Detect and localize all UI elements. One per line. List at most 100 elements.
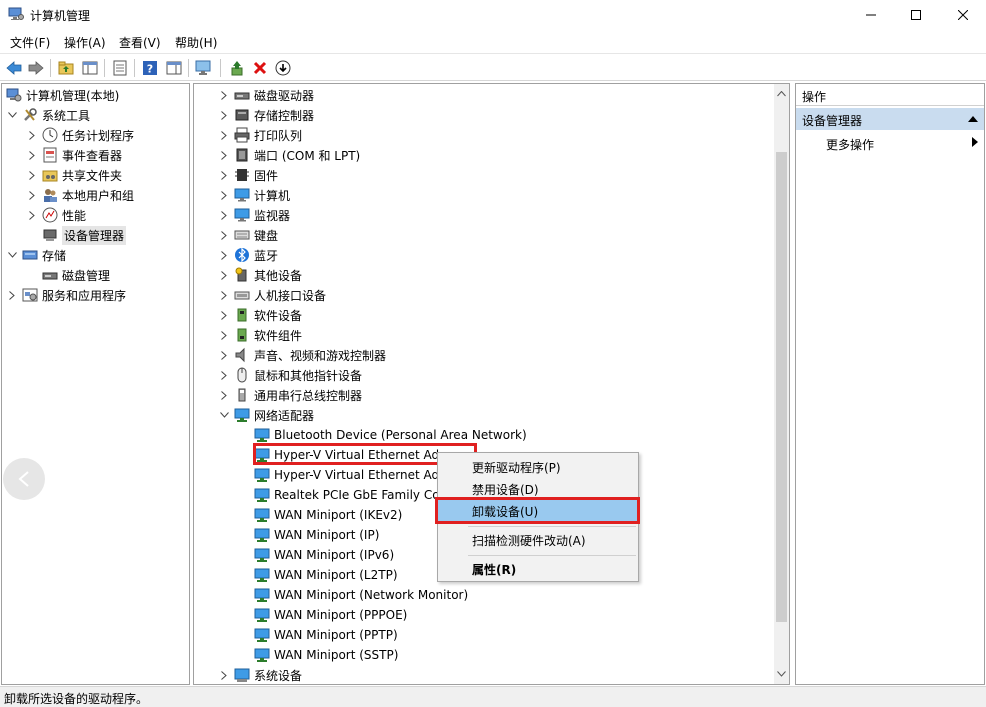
chevron-right-icon[interactable] [26, 205, 38, 225]
device-tree-item[interactable]: 蓝牙 [218, 245, 278, 265]
device-tree-item[interactable]: 键盘 [218, 225, 278, 245]
chevron-right-icon[interactable] [218, 125, 230, 145]
tree-node-device-manager[interactable]: 设备管理器 [42, 225, 127, 245]
chevron-right-icon[interactable] [218, 105, 230, 125]
properties-button[interactable] [110, 58, 130, 78]
chevron-right-icon[interactable] [218, 165, 230, 185]
device-tree-item[interactable]: WAN Miniport (IP) [254, 525, 379, 545]
chevron-right-icon[interactable] [218, 265, 230, 285]
chevron-right-icon[interactable] [218, 345, 230, 365]
menu-item-properties[interactable]: 属性(R) [438, 558, 638, 580]
chevron-right-icon[interactable] [218, 85, 230, 105]
menu-help[interactable]: 帮助(H) [175, 34, 217, 51]
device-tree-item[interactable]: WAN Miniport (Network Monitor) [254, 585, 468, 605]
close-button[interactable] [940, 0, 986, 30]
chevron-right-icon[interactable] [218, 665, 230, 684]
tree-node-computer-management[interactable]: 计算机管理(本地) [6, 85, 119, 105]
device-tree-item[interactable]: 端口 (COM 和 LPT) [218, 145, 360, 165]
chevron-down-icon [777, 671, 786, 677]
more-actions-item[interactable]: 更多操作 [826, 136, 874, 153]
tree-node-system-tools[interactable]: 系统工具 [6, 105, 90, 125]
device-tree-item[interactable]: 固件 [218, 165, 278, 185]
tree-node-local-users[interactable]: 本地用户和组 [26, 185, 134, 205]
minimize-button[interactable] [848, 0, 894, 30]
device-tree-item[interactable]: 系统设备 [218, 665, 302, 684]
tree-node-services-apps[interactable]: 服务和应用程序 [6, 285, 126, 305]
device-tree-item[interactable]: 其他设备 [218, 265, 302, 285]
menu-item-scan-hardware[interactable]: 扫描检测硬件改动(A) [438, 529, 638, 551]
device-tree-item[interactable]: 声音、视频和游戏控制器 [218, 345, 386, 365]
chevron-down-icon[interactable] [218, 405, 230, 425]
chevron-right-icon[interactable] [218, 225, 230, 245]
chevron-down-icon[interactable] [6, 105, 18, 125]
download-button[interactable] [273, 58, 293, 78]
vertical-scrollbar[interactable] [774, 84, 789, 684]
device-tree-item[interactable]: WAN Miniport (L2TP) [254, 565, 398, 585]
device-tree-item[interactable]: WAN Miniport (PPPOE) [254, 605, 407, 625]
chevron-right-icon[interactable] [218, 145, 230, 165]
menu-file[interactable]: 文件(F) [10, 34, 50, 51]
chevron-right-icon[interactable] [218, 285, 230, 305]
help-button[interactable]: ? [140, 58, 160, 78]
tree-node-performance[interactable]: 性能 [26, 205, 86, 225]
chevron-right-icon[interactable] [26, 165, 38, 185]
chevron-right-icon[interactable] [218, 305, 230, 325]
menu-action[interactable]: 操作(A) [64, 34, 106, 51]
scroll-up-arrow[interactable] [774, 86, 789, 102]
action-pane-button[interactable] [164, 58, 184, 78]
disk-drive-icon [234, 87, 250, 103]
menu-separator [468, 555, 636, 556]
device-tree-item[interactable]: WAN Miniport (PPTP) [254, 625, 398, 645]
device-label: 鼠标和其他指针设备 [254, 368, 363, 383]
device-label: WAN Miniport (PPTP) [274, 628, 398, 642]
device-tree-item[interactable]: 网络适配器 [218, 405, 314, 425]
show-hide-tree-button[interactable] [80, 58, 100, 78]
toolbar-separator [188, 59, 189, 77]
device-tree-item[interactable]: 人机接口设备 [218, 285, 326, 305]
chevron-right-icon[interactable] [26, 185, 38, 205]
maximize-button[interactable] [893, 0, 939, 30]
chevron-right-icon[interactable] [218, 245, 230, 265]
back-button[interactable] [4, 58, 24, 78]
chevron-right-icon[interactable] [26, 145, 38, 165]
chevron-right-icon[interactable] [218, 325, 230, 345]
device-tree-item[interactable]: 存储控制器 [218, 105, 314, 125]
tree-node-disk-management[interactable]: 磁盘管理 [42, 265, 110, 285]
device-tree-item[interactable]: Hyper-V Virtual Ethernet Ad [254, 465, 439, 485]
menu-item-update-driver[interactable]: 更新驱动程序(P) [438, 456, 638, 478]
device-tree-item[interactable]: 软件设备 [218, 305, 302, 325]
device-tree-item[interactable]: Realtek PCIe GbE Family Co [254, 485, 440, 505]
chevron-down-icon[interactable] [6, 245, 18, 265]
forward-button[interactable] [26, 58, 46, 78]
chevron-right-icon[interactable] [218, 185, 230, 205]
device-tree-item[interactable]: WAN Miniport (IPv6) [254, 545, 394, 565]
chevron-right-icon[interactable] [26, 125, 38, 145]
device-tree-item[interactable]: 监视器 [218, 205, 290, 225]
device-tree-item[interactable]: WAN Miniport (SSTP) [254, 645, 398, 665]
menu-view[interactable]: 查看(V) [119, 34, 161, 51]
device-tree-item[interactable]: 磁盘驱动器 [218, 85, 314, 105]
tree-node-shared-folders[interactable]: 共享文件夹 [26, 165, 122, 185]
scrollbar-thumb[interactable] [776, 152, 787, 622]
chevron-right-icon[interactable] [218, 365, 230, 385]
device-tree-item[interactable]: WAN Miniport (IKEv2) [254, 505, 402, 525]
device-tree-item[interactable]: 打印队列 [218, 125, 302, 145]
device-tree-item[interactable]: 软件组件 [218, 325, 302, 345]
device-tree-item[interactable]: 鼠标和其他指针设备 [218, 365, 362, 385]
device-tree-item[interactable]: 通用串行总线控制器 [218, 385, 362, 405]
tree-node-task-scheduler[interactable]: 任务计划程序 [26, 125, 134, 145]
chevron-right-icon[interactable] [218, 385, 230, 405]
device-tree-item[interactable]: Bluetooth Device (Personal Area Network) [254, 425, 527, 445]
chevron-right-icon[interactable] [218, 205, 230, 225]
uninstall-button[interactable] [250, 58, 270, 78]
chevron-right-icon[interactable] [6, 285, 18, 305]
back-nav-button[interactable] [3, 458, 45, 500]
actions-section-device-manager[interactable]: 设备管理器 [796, 108, 984, 130]
tree-node-event-viewer[interactable]: 事件查看器 [26, 145, 122, 165]
update-driver-button[interactable] [227, 58, 247, 78]
tree-node-storage[interactable]: 存储 [6, 245, 66, 265]
scroll-down-arrow[interactable] [774, 666, 789, 682]
up-folder-button[interactable] [56, 58, 76, 78]
device-tree-item[interactable]: 计算机 [218, 185, 290, 205]
scan-hardware-button[interactable] [194, 58, 214, 78]
